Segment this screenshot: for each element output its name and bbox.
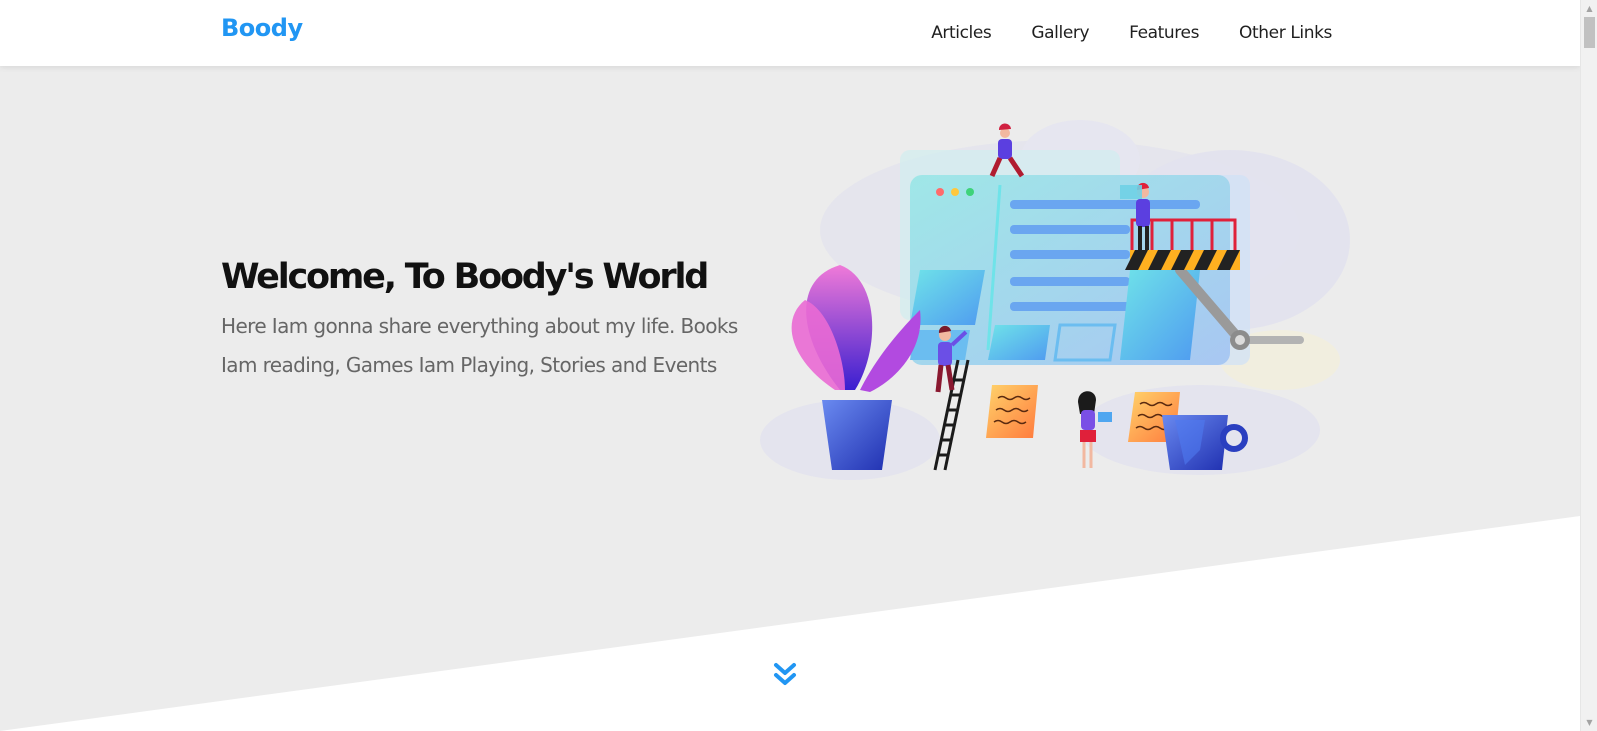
hero-intro: Welcome, To Boody's World Here Iam gonna…: [221, 255, 741, 385]
browser-viewport: Welcome, To Boody's World Here Iam gonna…: [0, 0, 1597, 731]
nav-link-gallery[interactable]: Gallery: [1031, 23, 1089, 43]
double-chevron-down-icon: [774, 663, 796, 685]
nav-link-other-links[interactable]: Other Links: [1239, 23, 1332, 43]
scrollbar-thumb[interactable]: [1584, 17, 1595, 48]
hero-title: Welcome, To Boody's World: [221, 257, 709, 297]
site-header: Boody Articles Gallery Features Other Li…: [0, 0, 1580, 66]
website-building-illustration: [760, 120, 1350, 480]
scroll-up-arrow-icon[interactable]: ▲: [1581, 0, 1597, 17]
page: Welcome, To Boody's World Here Iam gonna…: [0, 0, 1580, 731]
nav-link-features[interactable]: Features: [1129, 23, 1199, 43]
hero-section: Welcome, To Boody's World Here Iam gonna…: [0, 66, 1580, 731]
hero-description: Here Iam gonna share everything about my…: [221, 314, 738, 377]
vertical-scrollbar[interactable]: ▲ ▼: [1580, 0, 1597, 731]
scroll-down-arrow-icon[interactable]: ▼: [1581, 714, 1597, 731]
nav-link-articles[interactable]: Articles: [931, 23, 992, 43]
site-logo[interactable]: Boody: [221, 14, 303, 42]
main-nav: Articles Gallery Features Other Links: [891, 0, 1332, 66]
scroll-down-button[interactable]: [772, 661, 798, 691]
